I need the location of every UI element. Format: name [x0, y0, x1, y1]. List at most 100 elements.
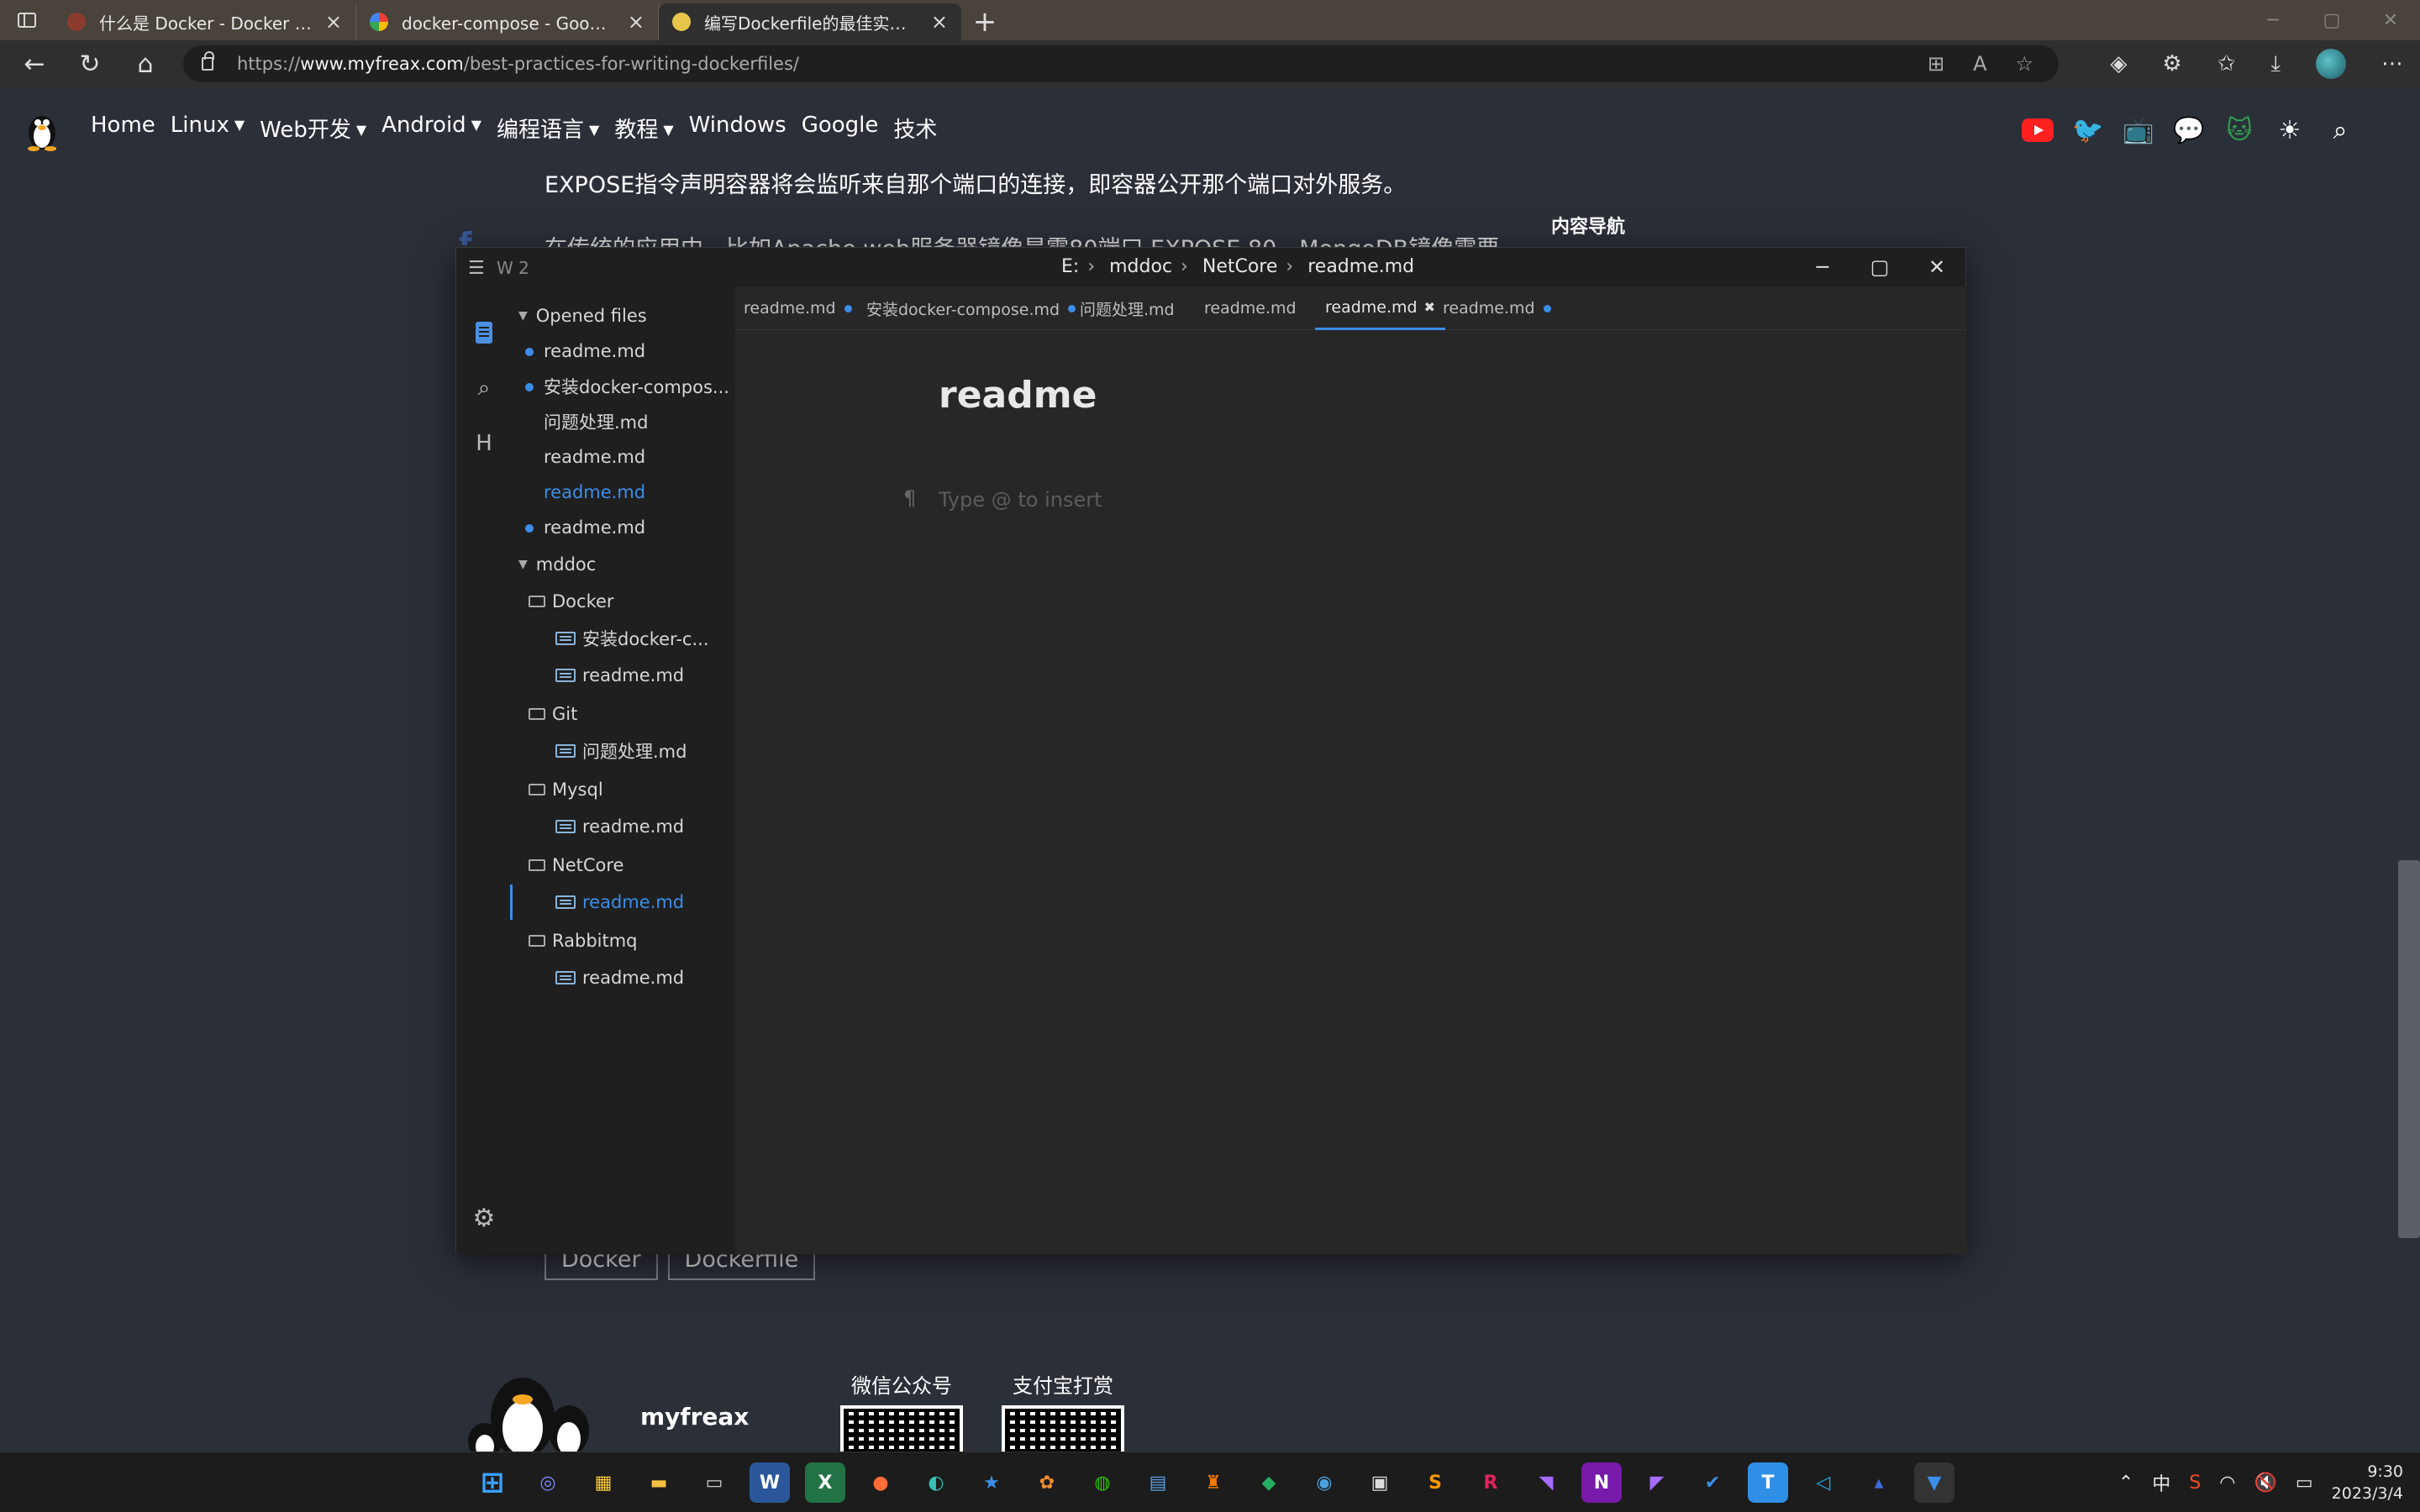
breadcrumb-item[interactable]: NetCore — [1202, 256, 1278, 277]
files-icon[interactable] — [471, 320, 497, 345]
sublime-icon[interactable]: S — [1415, 1462, 1455, 1503]
close-icon[interactable]: × — [931, 10, 948, 34]
store-icon[interactable]: ▦ — [583, 1462, 623, 1503]
penguin-logo-icon[interactable] — [24, 109, 60, 151]
nav-item-tutorial[interactable]: 教程 ▼ — [614, 113, 673, 144]
close-icon[interactable]: ✖ — [1424, 299, 1435, 315]
folder-rabbitmq[interactable]: Rabbitmq — [510, 923, 735, 958]
profile-avatar[interactable] — [2316, 49, 2346, 79]
downloads-icon[interactable]: ⤓ — [2271, 51, 2281, 77]
wifi-icon[interactable]: ◠ — [2219, 1473, 2235, 1494]
address-bar[interactable]: https://www.myfreax.com/best-practices-f… — [183, 45, 2059, 82]
hamburger-menu-icon[interactable]: ☰ — [468, 258, 485, 279]
editor-tab[interactable]: readme.md — [744, 286, 852, 330]
more-icon[interactable]: ⋯ — [2381, 51, 2403, 76]
url-text[interactable]: https://www.myfreax.com/best-practices-f… — [237, 54, 799, 74]
extension-icon[interactable]: ◈ — [2110, 51, 2127, 76]
browser-tab[interactable]: 什么是 Docker - Docker — 从入门 × — [54, 3, 356, 40]
nav-item-web[interactable]: Web开发 ▼ — [260, 113, 366, 144]
youtube-icon[interactable] — [2022, 114, 2054, 146]
maximize-button[interactable]: ▢ — [2302, 0, 2361, 40]
page-scrollbar[interactable] — [2398, 860, 2420, 1238]
opened-file-item[interactable]: 安装docker-compos... — [510, 369, 735, 404]
file-item[interactable]: readme.md — [510, 960, 735, 995]
editor-tab[interactable]: readme.md — [1443, 286, 1551, 330]
file-item[interactable]: 安装docker-c... — [510, 621, 735, 656]
tab-actions-button[interactable] — [0, 0, 54, 40]
extensions-icon[interactable]: ⚙ — [2162, 51, 2181, 76]
breadcrumb-item[interactable]: readme.md — [1307, 256, 1414, 277]
chevron-up-icon[interactable]: ⌃ — [2118, 1473, 2133, 1494]
read-aloud-icon[interactable]: A — [1973, 52, 1986, 76]
gear-icon[interactable]: ⚙ — [471, 1204, 497, 1233]
opened-file-item[interactable]: readme.md — [510, 333, 735, 369]
file-explorer-icon[interactable]: ▬ — [639, 1462, 679, 1503]
browser-tab[interactable]: docker-compose - Google 搜索 × — [356, 3, 659, 40]
ime-indicator[interactable]: 中 — [2152, 1469, 2170, 1496]
sourcetree-icon[interactable]: ◆ — [1249, 1462, 1289, 1503]
editor-content[interactable]: readme ¶ Type @ to insert — [735, 330, 1967, 1254]
pin-icon[interactable]: ★ — [971, 1462, 1012, 1503]
vscode-icon[interactable]: ◁ — [1803, 1462, 1844, 1503]
git-app-icon[interactable]: ♜ — [1193, 1462, 1234, 1503]
clock[interactable]: 9:30 2023/3/4 — [2332, 1461, 2403, 1504]
nav-item-home[interactable]: Home — [91, 113, 155, 144]
file-item[interactable]: readme.md — [510, 809, 735, 844]
nav-item-android[interactable]: Android ▼ — [381, 113, 481, 144]
notepad-icon[interactable]: ▤ — [1138, 1462, 1178, 1503]
opened-files-header[interactable]: ▼ Opened files — [510, 298, 735, 333]
file-item[interactable]: 问题处理.md — [510, 733, 735, 769]
cortana-icon[interactable]: ◎ — [528, 1462, 568, 1503]
editor-tab[interactable]: 问题处理.md — [1080, 286, 1175, 330]
sogou-icon[interactable]: S — [2189, 1473, 2201, 1494]
refresh-button[interactable]: ↻ — [62, 40, 118, 87]
close-window-button[interactable]: ✕ — [2361, 0, 2420, 40]
back-button[interactable]: ← — [7, 40, 62, 87]
github-icon[interactable]: 🐱 — [2223, 114, 2255, 146]
nav-item-windows[interactable]: Windows — [689, 113, 786, 144]
onenote-icon[interactable]: N — [1581, 1462, 1622, 1503]
edge-icon[interactable]: ◐ — [916, 1462, 956, 1503]
minimize-button[interactable]: ─ — [2244, 0, 2302, 40]
document-title[interactable]: readme — [939, 374, 1097, 417]
search-icon[interactable]: ⌕ — [471, 375, 497, 401]
teams-icon[interactable]: T — [1748, 1462, 1788, 1503]
nav-item-google[interactable]: Google — [802, 113, 879, 144]
opened-file-item[interactable]: 问题处理.md — [510, 404, 735, 439]
app-available-icon[interactable]: ⊞ — [1928, 52, 1944, 76]
rider-icon[interactable]: R — [1470, 1462, 1511, 1503]
terminal-icon[interactable]: ▭ — [694, 1462, 734, 1503]
wechat-icon[interactable]: ◍ — [1082, 1462, 1123, 1503]
todo-icon[interactable]: ✔ — [1692, 1462, 1733, 1503]
folder-root[interactable]: ▼ mddoc — [510, 547, 735, 582]
file-item-active[interactable]: readme.md — [510, 885, 735, 920]
add-favorite-icon[interactable]: ☆ — [2015, 52, 2033, 76]
wechat-icon[interactable]: 💬 — [2173, 114, 2205, 146]
folder-netcore[interactable]: NetCore — [510, 848, 735, 883]
nav-item-tech[interactable]: 技术 — [893, 113, 937, 144]
close-icon[interactable]: × — [325, 10, 342, 34]
mdeditor-icon[interactable]: ▼ — [1914, 1462, 1954, 1503]
nav-item-programming[interactable]: 编程语言 ▼ — [497, 113, 599, 144]
opened-file-item[interactable]: readme.md — [510, 439, 735, 475]
editor-tab[interactable]: readme.md — [1204, 286, 1297, 330]
photos-icon[interactable]: ✿ — [1027, 1462, 1067, 1503]
folder-docker[interactable]: Docker — [510, 584, 735, 619]
typora-app-icon[interactable]: ◉ — [1304, 1462, 1344, 1503]
search-icon[interactable]: ⌕ — [2324, 114, 2356, 146]
facebook-icon[interactable]: f — [459, 227, 472, 245]
file-item[interactable]: readme.md — [510, 658, 735, 693]
word-icon[interactable]: W — [750, 1462, 790, 1503]
visual-studio-icon[interactable]: ◥ — [1526, 1462, 1566, 1503]
new-tab-button[interactable]: + — [961, 3, 1008, 40]
bilibili-icon[interactable]: 📺 — [2123, 114, 2154, 146]
editor-tab-active[interactable]: readme.md ✖ — [1315, 286, 1445, 330]
minimize-button[interactable]: ─ — [1794, 248, 1851, 286]
excel-icon[interactable]: X — [805, 1462, 845, 1503]
launcher-icon[interactable]: ▴ — [1859, 1462, 1899, 1503]
twitter-icon[interactable]: 🐦 — [2072, 114, 2104, 146]
opened-file-item[interactable]: readme.md — [510, 510, 735, 545]
headings-icon[interactable]: H — [471, 431, 497, 456]
windows-start-icon[interactable]: ⊞ — [472, 1462, 513, 1503]
vs-preview-icon[interactable]: ◤ — [1637, 1462, 1677, 1503]
